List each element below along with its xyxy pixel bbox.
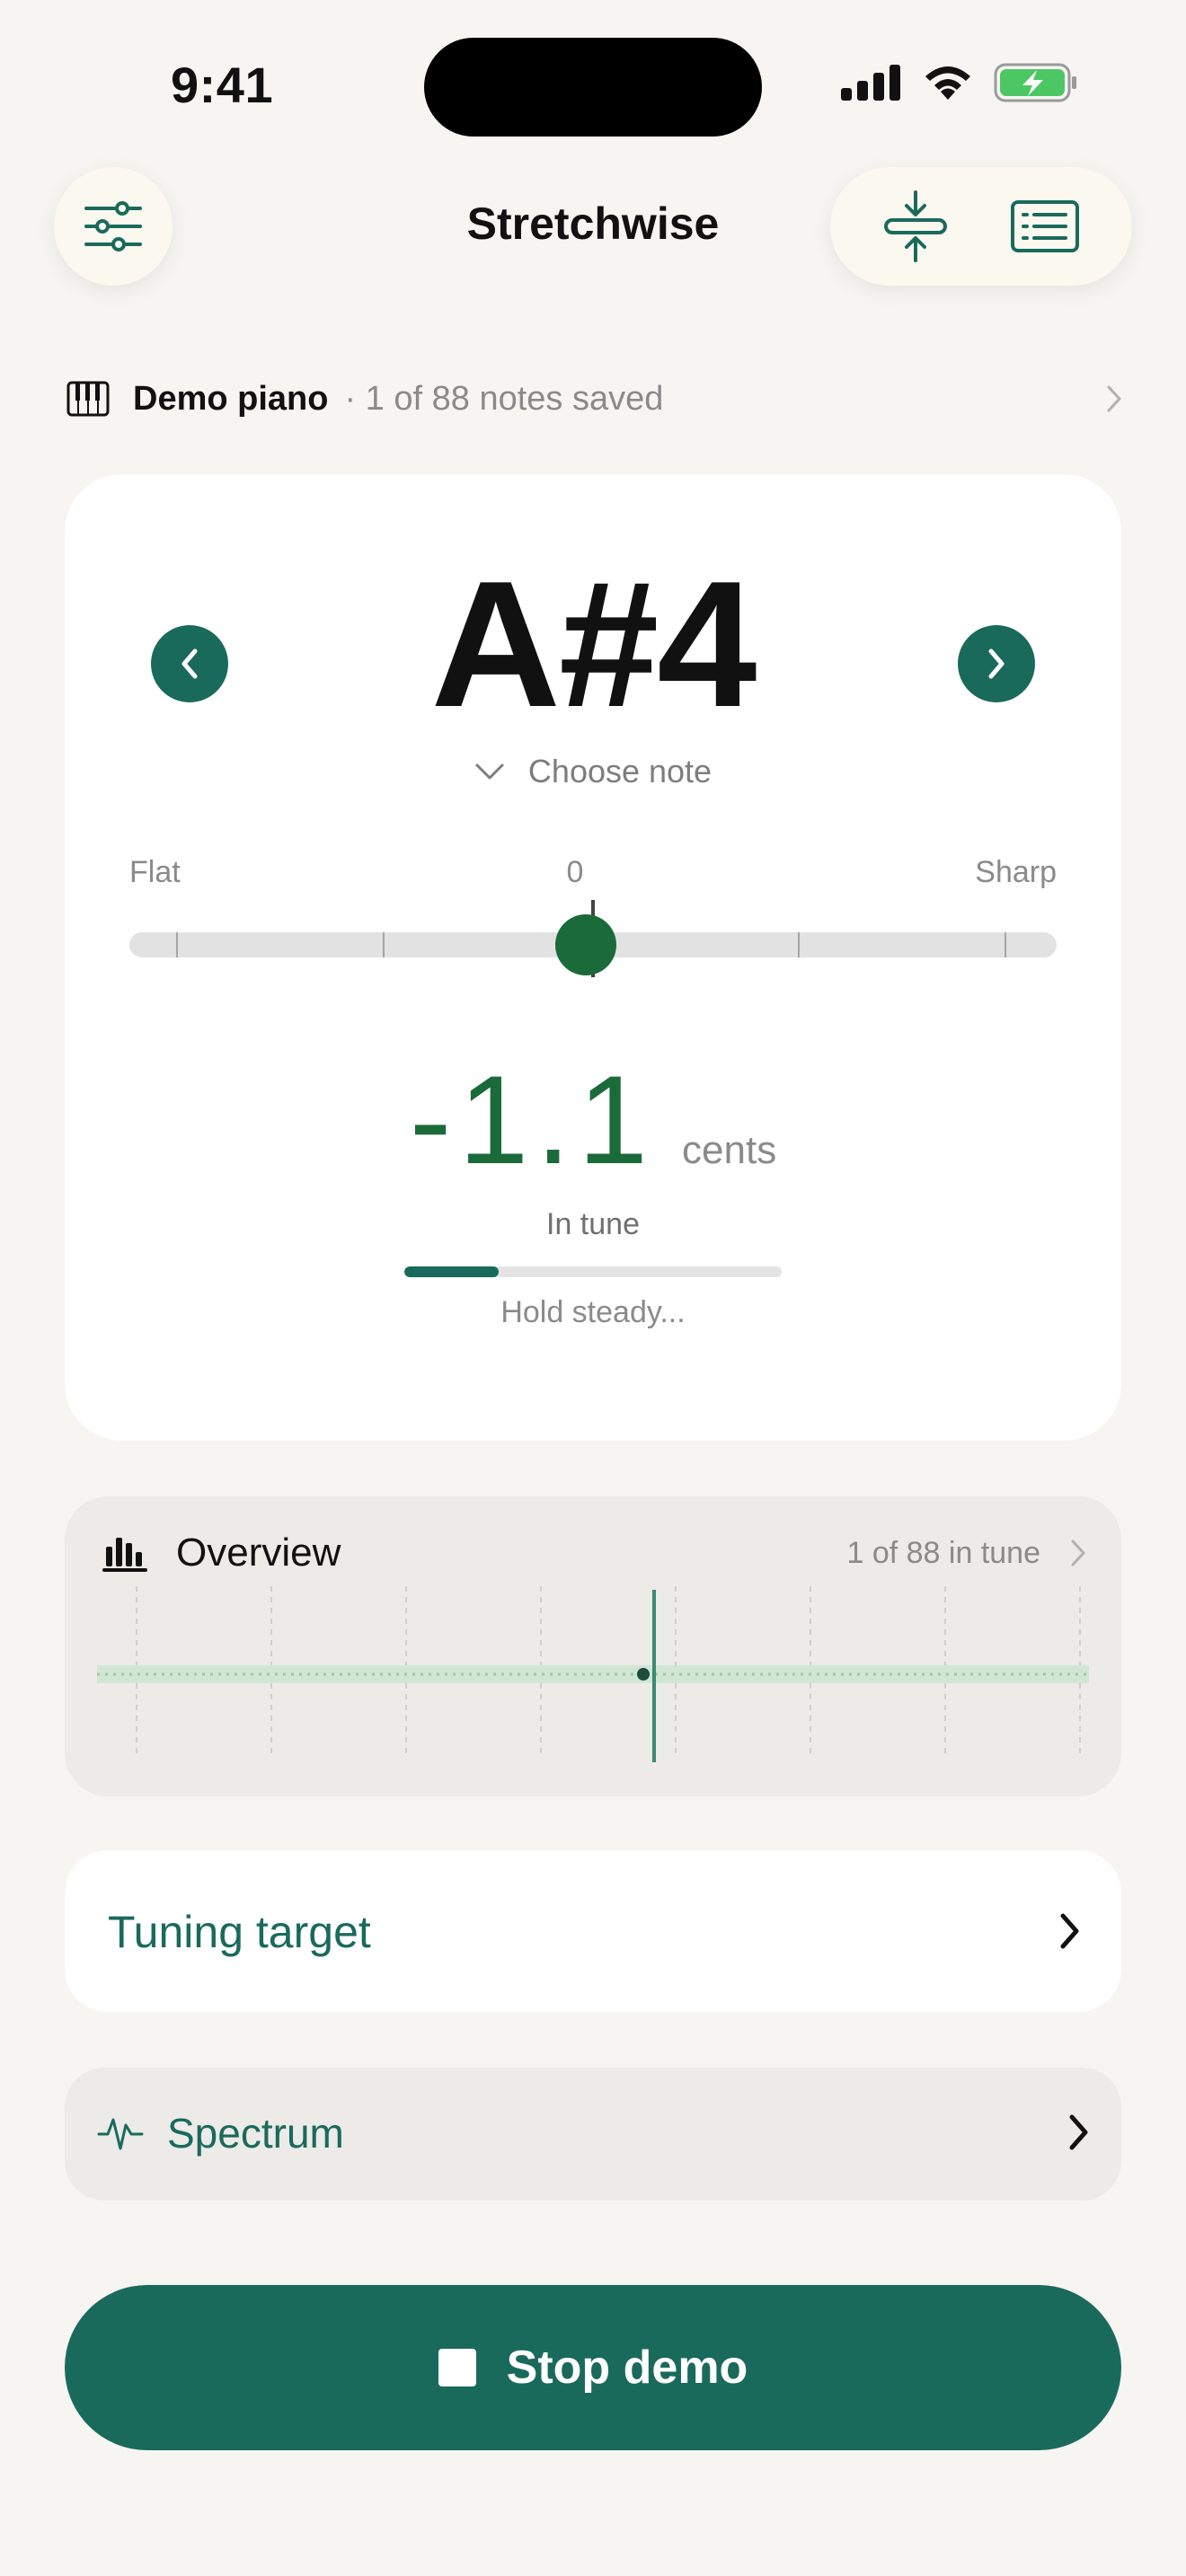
cents-meter	[129, 900, 1057, 977]
sharp-label: Sharp	[975, 855, 1057, 889]
piano-icon	[66, 381, 110, 417]
chevron-right-icon	[1071, 1539, 1085, 1566]
meter-tick	[176, 932, 178, 957]
hold-steady-text: Hold steady...	[500, 1295, 686, 1329]
overview-count: 1 of 88 in tune	[846, 1536, 1040, 1570]
meter-tick	[1005, 932, 1006, 957]
zero-label-text: 0	[566, 855, 584, 889]
spectrum-row[interactable]: Spectrum	[65, 2068, 1121, 2201]
choose-note-button[interactable]: Choose note	[65, 753, 1121, 790]
stop-demo-button[interactable]: Stop demo	[65, 2285, 1121, 2450]
chevron-down-icon	[475, 763, 504, 780]
zero-label: 0	[65, 855, 1121, 890]
meter-tick	[383, 932, 385, 957]
status-icons	[841, 63, 1078, 102]
piano-selector[interactable]: Demo piano · 1 of 88 notes saved	[66, 374, 1123, 424]
chevron-right-icon	[988, 648, 1005, 679]
compress-button[interactable]	[882, 190, 949, 262]
stop-demo-label: Stop demo	[506, 2342, 748, 2394]
overview-title: Overview	[176, 1531, 341, 1575]
choose-note-label: Choose note	[527, 753, 712, 790]
stop-icon	[438, 2349, 476, 2386]
signal-icon	[841, 65, 900, 101]
tuning-target-label: Tuning target	[108, 1907, 371, 1957]
notes-saved-count: · 1 of 88 notes saved	[344, 379, 664, 418]
meter-tick	[798, 932, 800, 957]
battery-icon	[994, 63, 1076, 102]
meter-needle	[555, 914, 616, 975]
hold-progress-bar	[404, 1266, 782, 1277]
tuning-target-row[interactable]: Tuning target	[65, 1850, 1121, 2012]
list-icon	[1011, 200, 1079, 252]
hold-progress-fill	[404, 1266, 499, 1277]
notes-list-button[interactable]	[1010, 199, 1080, 253]
dynamic-island	[424, 38, 762, 137]
chevron-right-icon	[1069, 2114, 1088, 2150]
cents-unit: cents	[682, 1128, 777, 1172]
piano-name: Demo piano	[133, 379, 329, 418]
header-action-group	[830, 167, 1132, 286]
pulse-icon	[97, 2118, 144, 2150]
chevron-right-icon	[1060, 1913, 1079, 1949]
chevron-right-icon	[1107, 385, 1121, 412]
status-time: 9:41	[171, 57, 274, 113]
tuner-card: A#4 Choose note Flat 0 Sharp -1.1 cents …	[65, 474, 1121, 1441]
overview-card[interactable]: Overview 1 of 88 in tune	[65, 1496, 1121, 1796]
compress-icon	[884, 190, 947, 262]
cents-value: -1.1	[409, 1049, 656, 1190]
next-note-button[interactable]	[958, 625, 1035, 702]
tune-status: In tune	[546, 1207, 640, 1241]
bar-chart-icon	[102, 1538, 147, 1572]
cents-readout: -1.1 cents	[65, 1047, 1121, 1193]
spectrum-label: Spectrum	[167, 2110, 344, 2157]
wifi-icon	[925, 66, 970, 100]
